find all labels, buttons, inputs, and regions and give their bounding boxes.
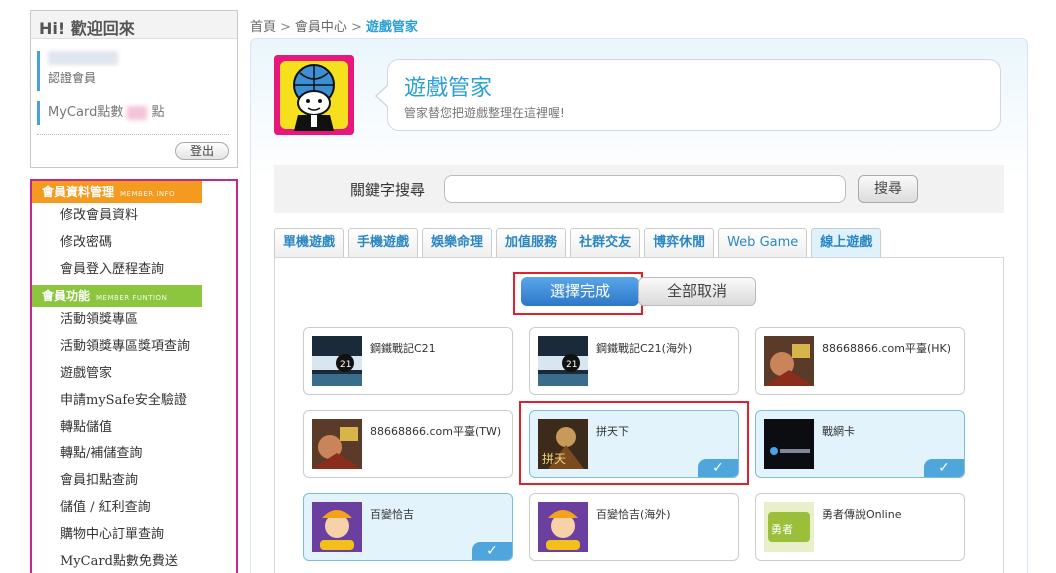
page-title: 遊戲管家 — [404, 76, 493, 101]
sidebar-item-edit-profile[interactable]: 修改會員資料 — [32, 203, 236, 230]
sidebar-item-transfer-query[interactable]: 轉點/補儲查詢 — [32, 441, 236, 468]
confirm-selection-button[interactable]: 選擇完成 — [521, 277, 639, 306]
breadcrumb-current: 遊戲管家 — [365, 20, 418, 35]
username-blurred — [48, 51, 118, 65]
game-name: 88668866.com平臺(TW) — [370, 425, 502, 438]
sidebar-item-deposit-bonus-query[interactable]: 儲值 / 紅利查詢 — [32, 495, 236, 522]
game-card[interactable]: 勇者 勇者傳說Online — [755, 493, 965, 561]
game-name: 百變恰吉 — [370, 508, 414, 521]
tab-content: 選擇完成 全部取消 21 鋼鐵戰記C21 21 鋼鐵戰記C21(海外) 8866… — [274, 257, 1004, 573]
sidebar-menu: 會員資料管理 MEMBER INFO 修改會員資料 修改密碼 會員登入歷程查詢 會… — [30, 179, 238, 573]
game-name: 鋼鐵戰記C21 — [370, 342, 436, 355]
check-icon: ✓ — [472, 542, 512, 560]
game-thumb-chaji-overseas-icon — [538, 502, 588, 552]
breadcrumb-separator: > — [280, 20, 291, 35]
game-name: 88668866.com平臺(HK) — [822, 342, 952, 355]
game-name: 百變恰吉(海外) — [596, 508, 671, 521]
search-input[interactable] — [444, 175, 846, 203]
bubble-arrow-inner — [377, 85, 389, 107]
search-label: 關鍵字搜尋 — [350, 181, 426, 199]
breadcrumb-home[interactable]: 首頁 — [250, 20, 276, 35]
menu-header-member-info: 會員資料管理 MEMBER INFO — [32, 181, 202, 203]
check-icon: ✓ — [924, 459, 964, 477]
breadcrumb: 首頁 > 會員中心 > 遊戲管家 — [250, 16, 418, 35]
game-card[interactable]: 21 鋼鐵戰記C21 — [303, 327, 513, 395]
title-bubble: 遊戲管家 管家替您把遊戲整理在這裡喔! — [375, 59, 1001, 131]
page-subtitle: 管家替您把遊戲整理在這裡喔! — [404, 106, 565, 120]
points-info: MyCard點數 點 — [37, 101, 227, 125]
welcome-title: Hi! 歡迎回來 — [31, 11, 237, 39]
points-prefix: MyCard點數 — [48, 105, 124, 120]
svg-text:拼天: 拼天 — [542, 452, 566, 466]
game-card[interactable]: 百變恰吉(海外) — [529, 493, 739, 561]
tab-online-games[interactable]: 線上遊戲 — [811, 228, 882, 258]
game-thumb-brave-legend-icon: 勇者 — [764, 502, 814, 552]
svg-text:勇者: 勇者 — [771, 523, 793, 536]
sidebar-item-login-history[interactable]: 會員登入歷程查詢 — [32, 257, 236, 284]
game-card[interactable]: 88668866.com平臺(TW) — [303, 410, 513, 478]
game-card[interactable]: 21 鋼鐵戰記C21(海外) — [529, 327, 739, 395]
sidebar-item-transfer-deposit[interactable]: 轉點儲值 — [32, 415, 236, 442]
action-row: 選擇完成 全部取消 — [513, 272, 756, 306]
game-name: 勇者傳說Online — [822, 508, 902, 521]
sidebar-item-change-password[interactable]: 修改密碼 — [32, 230, 236, 257]
game-thumb-chaji-icon — [312, 502, 362, 552]
category-tabs: 單機遊戲 手機遊戲 娛樂命理 加值服務 社群交友 博弈休閒 Web Game 線… — [274, 228, 885, 258]
sidebar-item-event-rewards-query[interactable]: 活動領獎專區獎項查詢 — [32, 334, 236, 361]
cancel-all-button[interactable]: 全部取消 — [638, 277, 756, 306]
game-name: 鋼鐵戰記C21(海外) — [596, 342, 693, 355]
tab-value-added[interactable]: 加值服務 — [496, 228, 567, 258]
tab-casual[interactable]: 博弈休閒 — [644, 228, 715, 258]
search-button[interactable]: 搜尋 — [858, 175, 918, 203]
divider — [37, 134, 229, 135]
breadcrumb-separator: > — [350, 20, 362, 35]
game-thumb-battlenet-icon — [764, 419, 814, 469]
tab-social[interactable]: 社群交友 — [570, 228, 641, 258]
tab-entertainment[interactable]: 娛樂命理 — [422, 228, 493, 258]
sidebar-item-mysafe[interactable]: 申請mySafe安全驗證 — [32, 388, 236, 415]
menu-header-label: 會員功能 — [42, 289, 91, 304]
main-panel: 遊戲管家 管家替您把遊戲整理在這裡喔! 關鍵字搜尋 搜尋 單機遊戲 手機遊戲 娛… — [250, 38, 1028, 573]
sidebar-item-shop-orders[interactable]: 購物中心訂單查詢 — [32, 522, 236, 549]
menu-header-en-label: MEMBER FUNTION — [96, 294, 168, 303]
member-level: 認證會員 — [48, 71, 97, 85]
user-info: 認證會員 — [37, 51, 227, 91]
menu-header-member-function: 會員功能 MEMBER FUNTION — [32, 285, 202, 308]
tab-standalone-games[interactable]: 單機遊戲 — [274, 228, 345, 258]
game-name: 拼天下 — [596, 425, 629, 438]
game-thumb-88668866-hk-icon — [764, 336, 814, 386]
svg-text:21: 21 — [566, 360, 577, 370]
menu-header-en-label: MEMBER INFO — [120, 190, 176, 198]
sidebar-item-free-points[interactable]: MyCard點數免費送 — [32, 549, 236, 573]
search-bar: 關鍵字搜尋 搜尋 — [274, 165, 1004, 213]
tab-web-game[interactable]: Web Game — [718, 228, 808, 258]
game-card[interactable]: 拼天 拼天下 ✓ — [529, 410, 739, 478]
menu-header-label: 會員資料管理 — [42, 185, 115, 199]
game-thumb-pintianxia-icon: 拼天 — [538, 419, 588, 469]
game-card[interactable]: 百變恰吉 ✓ — [303, 493, 513, 561]
game-card[interactable]: 88668866.com平臺(HK) — [755, 327, 965, 395]
game-manager-mascot-icon — [274, 55, 354, 135]
game-card[interactable]: 戰網卡 ✓ — [755, 410, 965, 478]
game-name: 戰網卡 — [822, 425, 855, 438]
sidebar-item-event-rewards[interactable]: 活動領獎專區 — [32, 307, 236, 334]
page: Hi! 歡迎回來 認證會員 MyCard點數 點 登出 會員資料管理 MEMBER… — [0, 0, 1056, 573]
sidebar-item-deduction-query[interactable]: 會員扣點查詢 — [32, 468, 236, 495]
game-thumb-c21-icon: 21 — [312, 336, 362, 386]
check-icon: ✓ — [698, 459, 738, 477]
breadcrumb-member-center[interactable]: 會員中心 — [295, 20, 347, 35]
welcome-panel: Hi! 歡迎回來 認證會員 MyCard點數 點 登出 — [30, 10, 238, 168]
logout-button[interactable]: 登出 — [175, 142, 229, 160]
game-thumb-c21-overseas-icon: 21 — [538, 336, 588, 386]
tab-mobile-games[interactable]: 手機遊戲 — [348, 228, 419, 258]
points-value-blurred — [127, 105, 148, 120]
sidebar-item-game-manager[interactable]: 遊戲管家 — [32, 361, 236, 388]
points-suffix: 點 — [151, 105, 165, 120]
svg-text:21: 21 — [340, 360, 351, 370]
game-thumb-88668866-tw-icon — [312, 419, 362, 469]
